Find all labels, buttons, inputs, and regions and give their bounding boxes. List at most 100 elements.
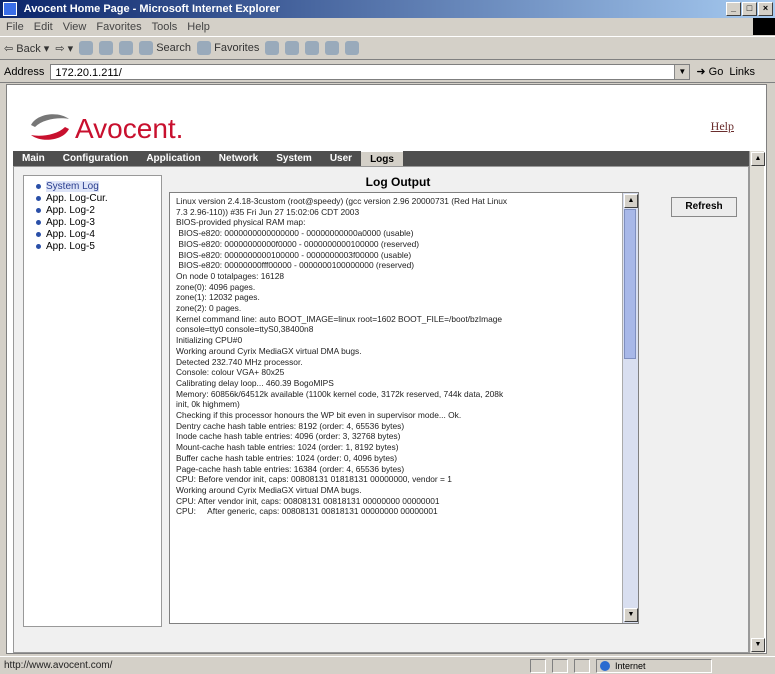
history-icon[interactable] (265, 41, 280, 55)
links-button[interactable]: Links (729, 66, 755, 78)
edit-icon[interactable] (325, 41, 340, 55)
page-scrollbar[interactable]: ▲ ▼ (749, 151, 765, 653)
windows-throbber-icon (753, 18, 775, 35)
minimize-button[interactable]: _ (726, 2, 741, 16)
logs-panel: System Log App. Log-Cur. App. Log-2 App.… (13, 166, 749, 653)
close-button[interactable]: × (758, 2, 773, 16)
log-line: zone(1): 12032 pages. (176, 292, 260, 303)
sidebar-item-app-log-3[interactable]: App. Log-3 (24, 216, 161, 228)
go-label: Go (708, 66, 724, 78)
search-label: Search (156, 41, 192, 54)
log-line: CPU: Before vendor init, caps: 00808131 … (176, 474, 452, 485)
tab-network[interactable]: Network (210, 151, 267, 166)
tab-system[interactable]: System (267, 151, 321, 166)
log-line: Dentry cache hash table entries: 8192 (o… (176, 420, 405, 431)
discuss-icon[interactable] (345, 41, 360, 55)
log-sidebar: System Log App. Log-Cur. App. Log-2 App.… (23, 175, 162, 627)
maximize-button[interactable]: □ (742, 2, 757, 16)
ie-logo-icon (3, 2, 17, 16)
bullet-icon (36, 219, 41, 225)
bullet-icon (36, 195, 41, 201)
address-input[interactable]: 172.20.1.211/ ▼ (50, 63, 691, 80)
search-icon (139, 41, 154, 55)
address-dropdown-icon[interactable]: ▼ (674, 64, 690, 79)
bullet-icon (36, 243, 41, 249)
sidebar-item-system-log[interactable]: System Log (24, 180, 161, 192)
log-line: Initializing CPU#0 (176, 335, 243, 346)
address-bar: Address 172.20.1.211/ ▼ ➜ Go Links (0, 61, 775, 83)
go-button[interactable]: ➜ Go (696, 65, 723, 78)
scroll-down-icon[interactable]: ▼ (624, 608, 638, 622)
page-viewport: Avocent. Help Main Configuration Applica… (6, 84, 767, 654)
refresh-icon[interactable] (99, 41, 114, 55)
page-scroll-down-icon[interactable]: ▼ (751, 638, 765, 652)
avocent-logo: Avocent. (29, 111, 189, 147)
log-line: zone(2): 0 pages. (176, 303, 242, 314)
log-output-box[interactable]: Linux version 2.4.18-3custom (root@speed… (169, 192, 639, 624)
favorites-button[interactable]: Favorites (197, 41, 259, 55)
status-cell (574, 658, 590, 673)
log-line: Calibrating delay loop... 460.39 BogoMIP… (176, 377, 334, 388)
main-nav: Main Configuration Application Network S… (13, 150, 749, 167)
log-line: Page-cache hash table entries: 16384 (or… (176, 463, 405, 474)
sidebar-item-app-log-4[interactable]: App. Log-4 (24, 228, 161, 240)
bullet-icon (36, 183, 41, 189)
log-line: BIOS-provided physical RAM map: (176, 217, 306, 228)
bullet-icon (36, 207, 41, 213)
status-url: http://www.avocent.com/ (4, 660, 113, 671)
refresh-button[interactable]: Refresh (671, 197, 737, 217)
sidebar-item-app-log-cur[interactable]: App. Log-Cur. (24, 192, 161, 204)
menu-tools[interactable]: Tools (152, 21, 178, 33)
log-scrollbar[interactable]: ▲ ▼ (622, 193, 638, 623)
menu-favorites[interactable]: Favorites (96, 21, 141, 33)
log-line: zone(0): 4096 pages. (176, 281, 256, 292)
log-line: Console: colour VGA+ 80x25 (176, 367, 285, 378)
sidebar-item-app-log-5[interactable]: App. Log-5 (24, 240, 161, 252)
mail-icon[interactable] (285, 41, 300, 55)
scroll-up-icon[interactable]: ▲ (624, 194, 638, 208)
forward-button[interactable]: ⇨ ▾ (55, 42, 73, 55)
sidebar-item-label: App. Log-3 (46, 216, 95, 228)
status-cell (530, 658, 546, 673)
log-line: Buffer cache hash table entries: 1024 (o… (176, 452, 397, 463)
log-line: BIOS-e820: 00000000000f0000 - 0000000000… (176, 238, 420, 249)
log-line: Detected 232.740 MHz processor. (176, 356, 303, 367)
home-icon[interactable] (119, 41, 134, 55)
menu-edit[interactable]: Edit (34, 21, 53, 33)
sidebar-item-label: System Log (46, 180, 99, 192)
tab-configuration[interactable]: Configuration (54, 151, 138, 166)
search-button[interactable]: Search (139, 41, 191, 55)
stop-icon[interactable] (79, 41, 94, 55)
menu-view[interactable]: View (63, 21, 87, 33)
print-icon[interactable] (305, 41, 320, 55)
log-line: Kernel command line: auto BOOT_IMAGE=lin… (176, 313, 503, 324)
sidebar-item-app-log-2[interactable]: App. Log-2 (24, 204, 161, 216)
tab-logs[interactable]: Logs (361, 150, 403, 167)
log-line: 7.3 2.96-110)) #35 Fri Jun 27 15:02:06 C… (176, 206, 360, 217)
zone-label: Internet (615, 660, 646, 671)
menu-file[interactable]: File (6, 21, 24, 33)
tab-application[interactable]: Application (137, 151, 209, 166)
tab-main[interactable]: Main (13, 151, 54, 166)
back-button[interactable]: ⇦ Back ▾ (4, 42, 49, 55)
back-label: Back (16, 42, 41, 55)
avocent-logo-mark-icon (31, 114, 69, 140)
window-title-bar: Avocent Home Page - Microsoft Internet E… (0, 0, 775, 18)
log-line: Working around Cyrix MediaGX virtual DMA… (176, 345, 362, 356)
sidebar-item-label: App. Log-4 (46, 228, 95, 240)
help-link[interactable]: Help (711, 119, 734, 134)
menu-help[interactable]: Help (187, 21, 210, 33)
log-line: BIOS-e820: 0000000000000000 - 0000000000… (176, 228, 414, 239)
scroll-thumb[interactable] (624, 209, 636, 359)
log-line: CPU: After generic, caps: 00808131 00818… (176, 506, 438, 517)
brand-name: Avocent. (75, 113, 184, 144)
window-title: Avocent Home Page - Microsoft Internet E… (23, 3, 280, 15)
log-line: Checking if this processor honours the W… (176, 410, 462, 421)
log-line: BIOS-e820: 00000000fff00000 - 0000000100… (176, 260, 415, 271)
log-line: Memory: 60856k/64512k available (1100k k… (176, 388, 504, 399)
favorites-icon (197, 41, 212, 55)
page-scroll-up-icon[interactable]: ▲ (751, 152, 765, 166)
log-line: Inode cache hash table entries: 4096 (or… (176, 431, 401, 442)
sidebar-item-label: App. Log-2 (46, 204, 95, 216)
tab-user[interactable]: User (321, 151, 361, 166)
